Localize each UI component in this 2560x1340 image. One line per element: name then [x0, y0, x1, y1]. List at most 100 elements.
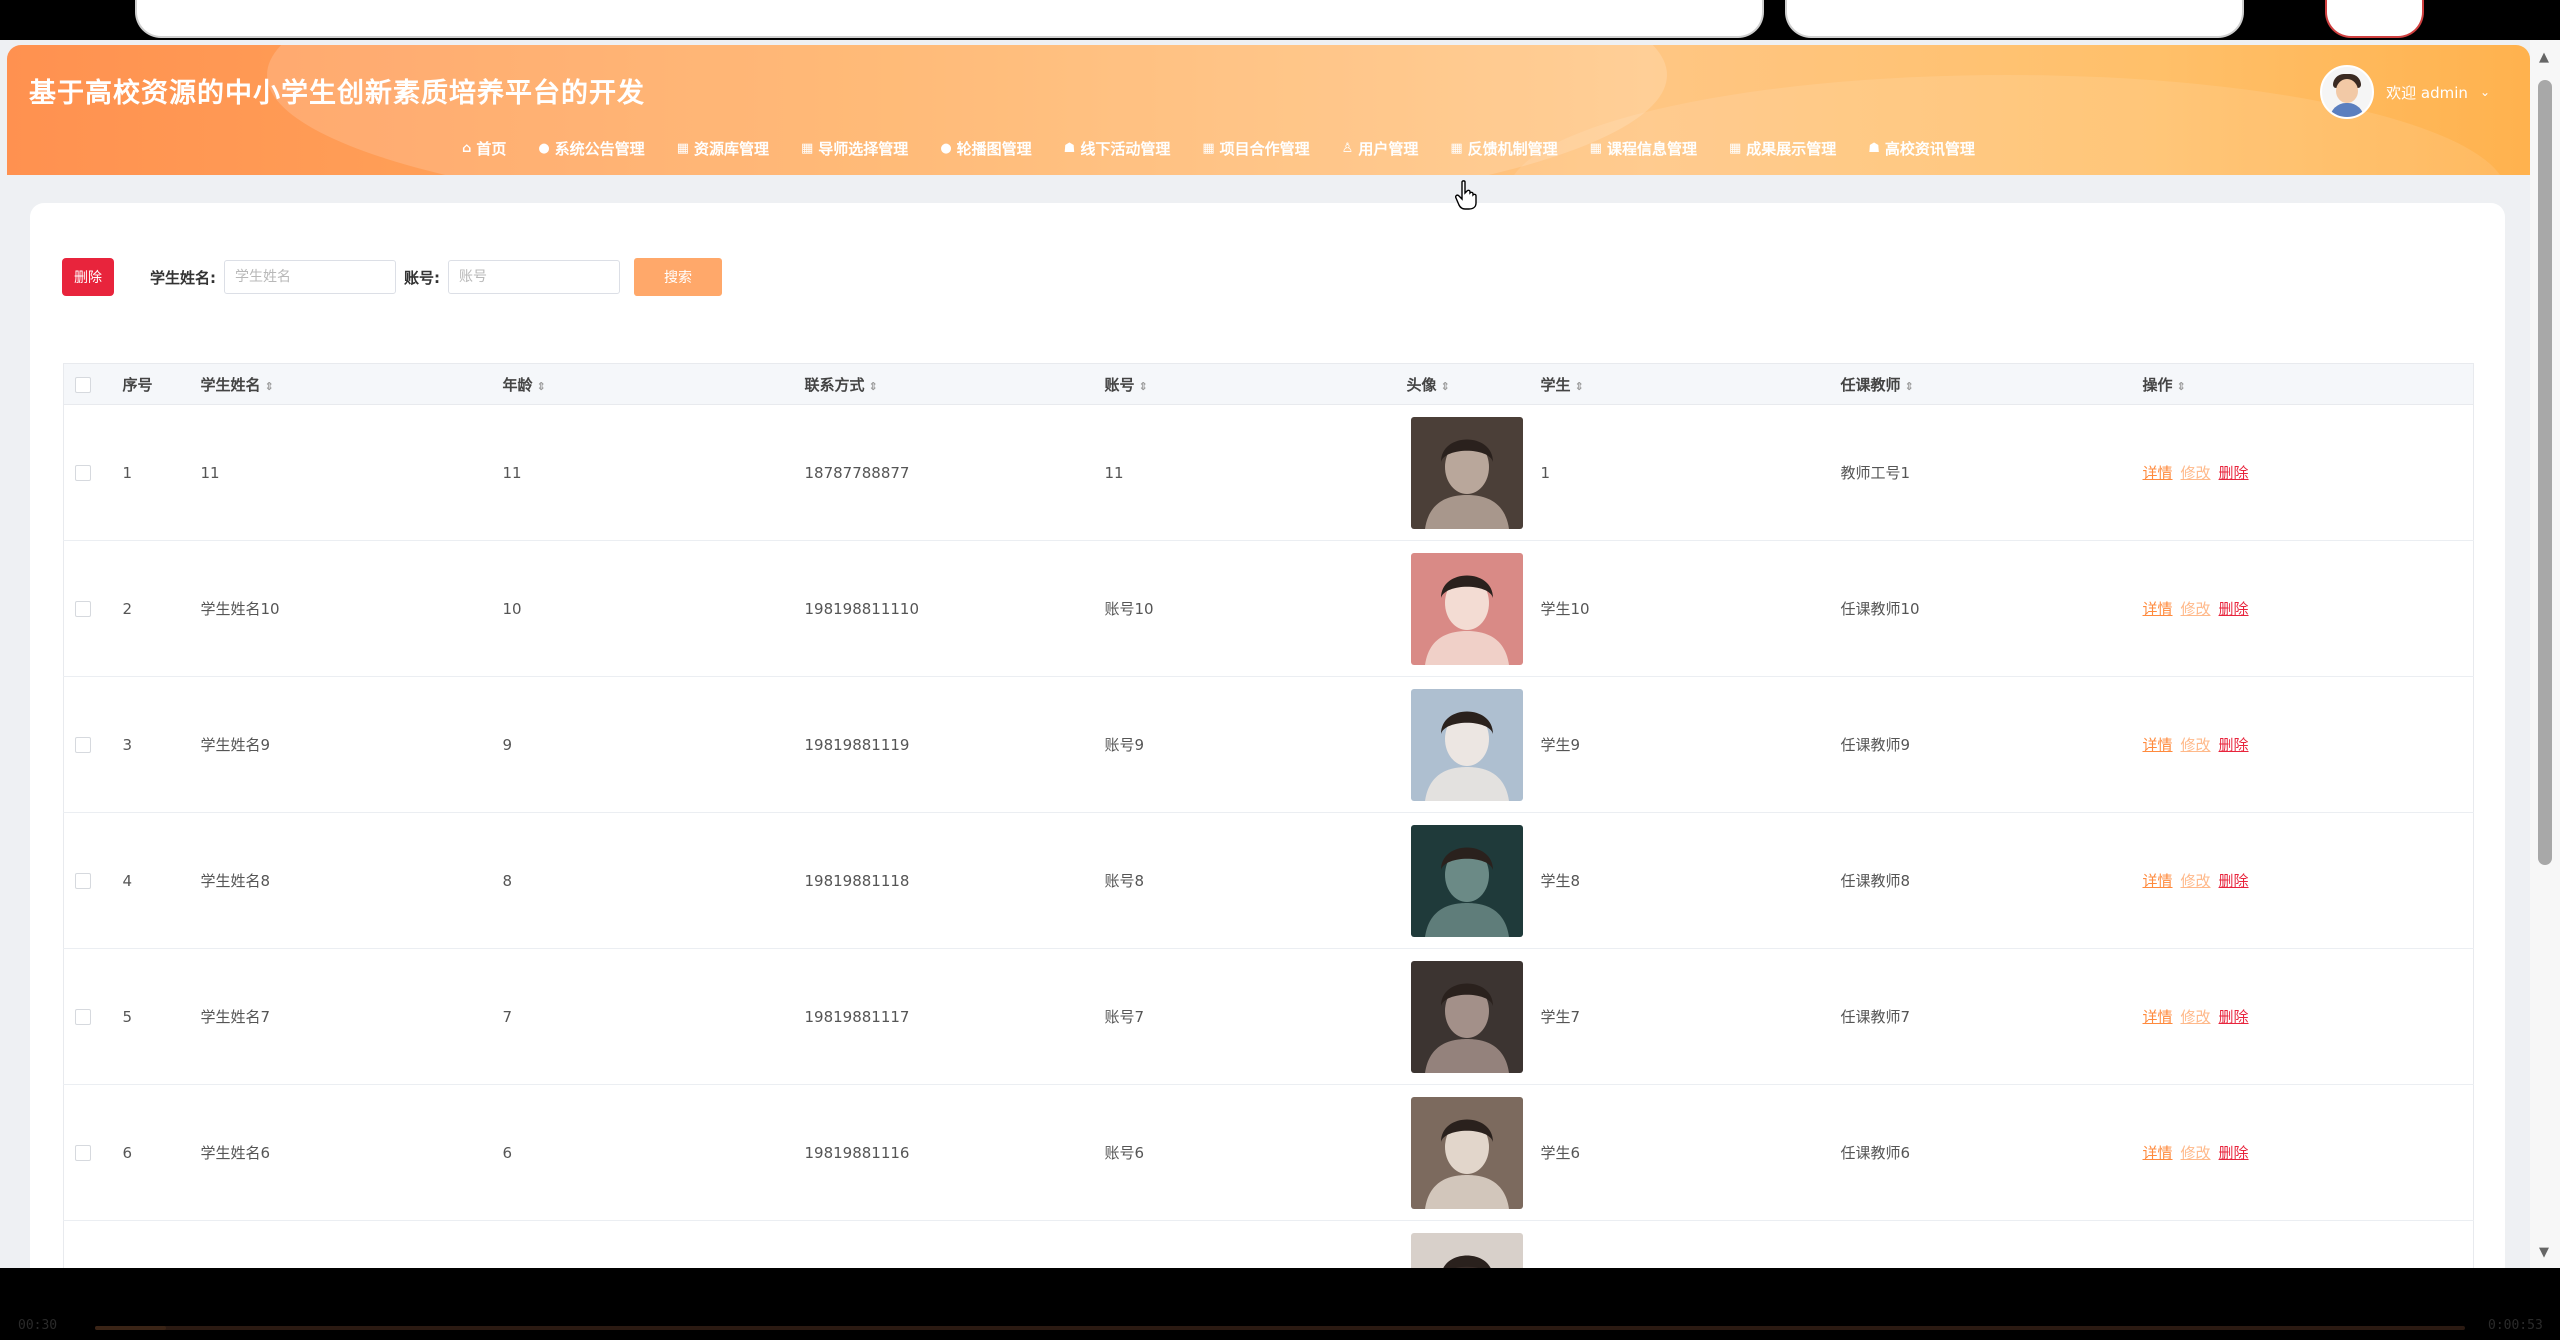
sort-icon[interactable]: ⇕ — [1575, 380, 1584, 393]
detail-link[interactable]: 详情 — [2143, 736, 2173, 754]
select-all-checkbox[interactable] — [75, 376, 91, 393]
delete-link[interactable]: 删除 — [2219, 872, 2249, 890]
col-actions-label: 操作 — [2142, 375, 2173, 394]
student-photo[interactable] — [1410, 1096, 1523, 1209]
nav-item[interactable]: ▦ 导师选择管理 — [801, 138, 908, 159]
row-select-cell[interactable] — [63, 676, 122, 813]
student-photo[interactable] — [1410, 552, 1523, 665]
search-button[interactable]: 搜索 — [634, 258, 722, 296]
cell-account: 11 — [1103, 404, 1406, 541]
row-select-cell[interactable] — [63, 1220, 122, 1268]
row-select-cell[interactable] — [63, 404, 122, 541]
detail-link[interactable]: 详情 — [2143, 872, 2173, 890]
cell-phone: 19819881118 — [803, 812, 1104, 949]
cell-actions: 详情修改删除 — [2141, 676, 2474, 813]
student-photo[interactable] — [1410, 416, 1523, 529]
detail-link[interactable]: 详情 — [2143, 1008, 2173, 1026]
delete-link[interactable]: 删除 — [2219, 600, 2249, 618]
delete-link[interactable]: 删除 — [2219, 736, 2249, 754]
student-photo[interactable] — [1410, 688, 1523, 801]
account-input[interactable] — [448, 260, 620, 294]
scrollbar-thumb[interactable] — [2538, 80, 2552, 865]
nav-item-label: 高校资讯管理 — [1884, 140, 1975, 158]
edit-link[interactable]: 修改 — [2181, 600, 2211, 618]
sort-icon[interactable]: ⇕ — [1139, 380, 1148, 393]
row-checkbox[interactable] — [75, 601, 91, 617]
delete-link[interactable]: 删除 — [2219, 1008, 2249, 1026]
col-age[interactable]: 年龄 ⇕ — [501, 363, 804, 405]
edit-link[interactable]: 修改 — [2181, 1008, 2211, 1026]
edit-link[interactable]: 修改 — [2181, 872, 2211, 890]
edit-link[interactable]: 修改 — [2181, 736, 2211, 754]
delete-link[interactable]: 删除 — [2219, 1144, 2249, 1162]
nav-item[interactable]: ☗ 高校资讯管理 — [1868, 138, 1975, 159]
row-select-cell[interactable] — [63, 540, 122, 677]
cell-avatar — [1405, 404, 1540, 541]
detail-link[interactable]: 详情 — [2143, 1144, 2173, 1162]
select-all-cell[interactable] — [63, 363, 122, 405]
detail-link[interactable]: 详情 — [2143, 464, 2173, 482]
vertical-scrollbar[interactable]: ▲ ▼ — [2530, 40, 2560, 1268]
sort-icon[interactable]: ⇕ — [869, 380, 878, 393]
student-photo[interactable] — [1410, 824, 1523, 937]
address-bar[interactable] — [135, 0, 1764, 38]
student-photo[interactable] — [1410, 1232, 1523, 1269]
student-name-input[interactable] — [224, 260, 396, 294]
nav-item[interactable]: ▦ 反馈机制管理 — [1450, 138, 1557, 159]
nav-item[interactable]: ▦ 课程信息管理 — [1590, 138, 1697, 159]
delete-link[interactable]: 删除 — [2219, 464, 2249, 482]
nav-item[interactable]: ⌂ 首页 — [462, 138, 506, 159]
sort-icon[interactable]: ⇕ — [2177, 380, 2186, 393]
row-checkbox[interactable] — [75, 1009, 91, 1025]
col-account[interactable]: 账号 ⇕ — [1103, 363, 1406, 405]
col-phone[interactable]: 联系方式 ⇕ — [803, 363, 1104, 405]
sort-icon[interactable]: ⇕ — [537, 380, 546, 393]
sort-icon[interactable]: ⇕ — [265, 380, 274, 393]
row-select-cell[interactable] — [63, 812, 122, 949]
row-select-cell[interactable] — [63, 1084, 122, 1221]
col-name[interactable]: 学生姓名 ⇕ — [199, 363, 502, 405]
col-teacher[interactable]: 任课教师 ⇕ — [1839, 363, 2142, 405]
nav-item-label: 系统公告管理 — [554, 140, 645, 158]
row-checkbox[interactable] — [75, 465, 91, 481]
col-phone-label: 联系方式 — [804, 375, 865, 394]
page-title: 基于高校资源的中小学生创新素质培养平台的开发 — [29, 78, 645, 109]
browser-button[interactable] — [2325, 0, 2424, 38]
detail-link[interactable]: 详情 — [2143, 600, 2173, 618]
cell-teacher: 任课教师10 — [1839, 540, 2142, 677]
progress-bar[interactable] — [95, 1326, 2465, 1330]
cell-account: 账号5 — [1103, 1220, 1406, 1268]
sort-icon[interactable]: ⇕ — [1441, 380, 1450, 393]
scroll-up-icon[interactable]: ▲ — [2539, 50, 2549, 65]
sort-icon[interactable]: ⇕ — [1905, 380, 1914, 393]
nav-item[interactable]: ♙ 用户管理 — [1342, 138, 1419, 159]
student-photo[interactable] — [1410, 960, 1523, 1073]
nav-item[interactable]: ● 轮播图管理 — [940, 138, 1031, 159]
bulk-delete-button[interactable]: 删除 — [62, 258, 114, 296]
scroll-down-icon[interactable]: ▼ — [2539, 1245, 2549, 1260]
browser-search-box[interactable] — [1785, 0, 2244, 38]
nav-item[interactable]: ☗ 线下活动管理 — [1064, 138, 1171, 159]
nav-item-label: 用户管理 — [1358, 140, 1419, 158]
col-avatar[interactable]: 头像 ⇕ — [1405, 363, 1540, 405]
chevron-down-icon[interactable]: ⌄ — [2480, 85, 2490, 99]
nav-item[interactable]: ▦ 资源库管理 — [677, 138, 769, 159]
col-student[interactable]: 学生 ⇕ — [1539, 363, 1840, 405]
row-checkbox[interactable] — [75, 1145, 91, 1161]
col-actions[interactable]: 操作 ⇕ — [2141, 363, 2474, 405]
row-checkbox[interactable] — [75, 873, 91, 889]
edit-link[interactable]: 修改 — [2181, 1144, 2211, 1162]
table-body: 1 11 11 18787788877 11 1 教师工号1 详情 修改 删除 2 学生姓名10 10 1… — [63, 404, 2474, 1269]
user-menu[interactable]: 欢迎 admin ⌄ — [2320, 65, 2490, 119]
row-checkbox[interactable] — [75, 737, 91, 753]
cell-teacher: 任课教师6 — [1839, 1084, 2142, 1221]
edit-link[interactable]: 修改 — [2181, 464, 2211, 482]
avatar[interactable] — [2320, 65, 2375, 119]
col-account-label: 账号 — [1104, 375, 1135, 394]
row-select-cell[interactable] — [63, 948, 122, 1085]
nav-item[interactable]: ● 系统公告管理 — [538, 138, 644, 159]
welcome-text[interactable]: 欢迎 admin — [2386, 82, 2468, 103]
nav-item[interactable]: ▦ 项目合作管理 — [1202, 138, 1309, 159]
content-card: 删除 学生姓名: 账号: 搜索 序号 学生姓名 ⇕ — [30, 203, 2505, 1268]
nav-item[interactable]: ▦ 成果展示管理 — [1729, 138, 1836, 159]
